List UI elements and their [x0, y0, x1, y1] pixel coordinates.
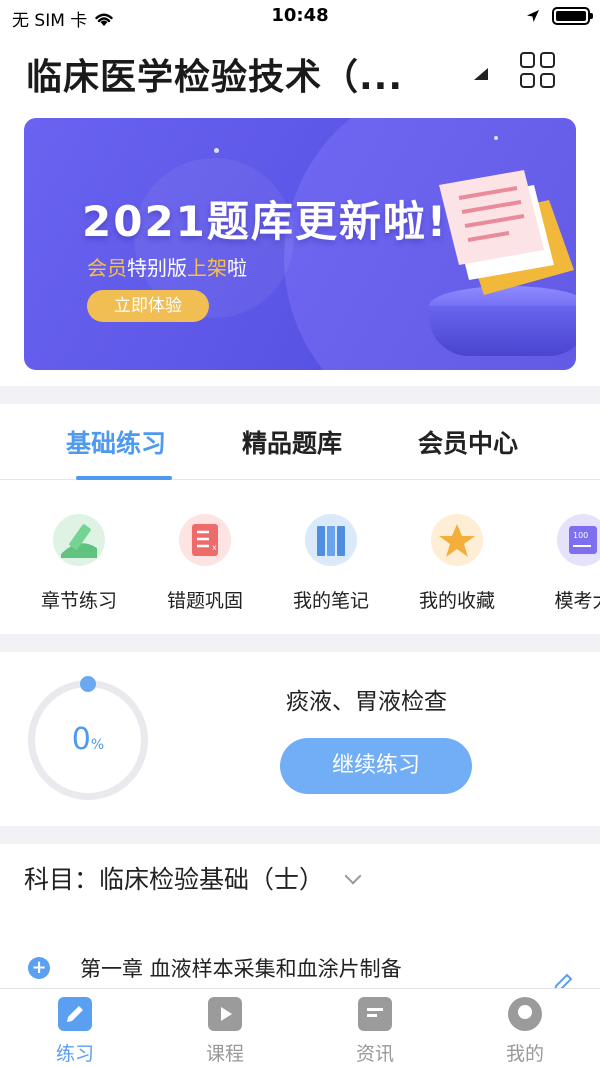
section-divider	[0, 386, 600, 404]
chapter-title: 第一章 血液样本采集和血涂片制备	[80, 957, 402, 981]
section-divider	[0, 634, 600, 652]
tab-basic-practice[interactable]: 基础练习	[66, 424, 166, 460]
grid-cell	[540, 72, 555, 88]
banner-subtitle: 会员特别版上架啦	[87, 256, 247, 280]
try-now-button[interactable]: 立即体验	[87, 290, 209, 322]
tab-premium-bank[interactable]: 精品题库	[242, 424, 342, 460]
tab-bar: 基础练习 精品题库 会员中心	[0, 404, 600, 480]
active-tab-indicator	[76, 476, 172, 480]
clock: 10:48	[271, 5, 329, 26]
subject-label: 科目：临床检验基础（士）	[24, 865, 325, 894]
nav-courses[interactable]: 课程	[175, 997, 275, 1066]
promo-banner[interactable]: 2021题库更新啦! 会员特别版上架啦 立即体验	[24, 118, 576, 370]
banner-sparkle	[494, 136, 498, 140]
user-icon	[508, 997, 542, 1031]
grid-cell	[520, 72, 535, 88]
nav-profile[interactable]: 我的	[475, 997, 575, 1066]
edit-icon	[58, 997, 92, 1031]
video-icon	[208, 997, 242, 1031]
banner-sparkle	[214, 148, 219, 153]
news-icon	[358, 997, 392, 1031]
location-arrow-icon	[527, 10, 539, 22]
books-icon	[305, 514, 357, 566]
grid-cell	[540, 52, 555, 68]
nav-practice[interactable]: 练习	[25, 997, 125, 1066]
quick-action-error-review[interactable]: x 错题巩固	[150, 514, 260, 613]
status-bar: 无 SIM 卡 10:48	[0, 0, 600, 36]
quick-action-mock-exam[interactable]: 100 模考大	[528, 514, 600, 613]
svg-text:100: 100	[573, 531, 588, 540]
nav-news[interactable]: 资讯	[325, 997, 425, 1066]
quick-actions: 章节练习 x 错题巩固 我的笔记 我的收藏 100 模考	[0, 482, 600, 634]
progress-card: 0% 痰液、胃液检查 继续练习	[0, 652, 600, 826]
subject-selector[interactable]: 科目：临床检验基础（士）	[24, 860, 576, 904]
svg-text:x: x	[212, 543, 217, 552]
quick-action-my-notes[interactable]: 我的笔记	[276, 514, 386, 613]
grid-cell	[520, 52, 535, 68]
title-dropdown-caret-icon[interactable]	[474, 68, 488, 80]
header: 临床医学检验技术（...	[0, 40, 600, 102]
documents-illustration	[439, 170, 574, 295]
banner-headline: 2021题库更新啦!	[82, 197, 449, 246]
chapter-item[interactable]: + 第一章 血液样本采集和血涂片制备	[28, 950, 588, 993]
expand-plus-icon[interactable]: +	[28, 957, 50, 979]
star-icon	[431, 514, 483, 566]
progress-value: 0%	[71, 722, 105, 757]
quick-action-favorites[interactable]: 我的收藏	[402, 514, 512, 613]
chevron-down-icon	[344, 867, 362, 885]
current-topic: 痰液、胃液检查	[286, 689, 447, 715]
bottom-nav: 练习 课程 资讯 我的	[0, 988, 600, 1067]
grid-menu-button[interactable]	[520, 52, 556, 88]
error-list-icon: x	[179, 514, 231, 566]
section-divider	[0, 826, 600, 844]
battery-icon	[552, 7, 593, 25]
tab-member-center[interactable]: 会员中心	[418, 424, 518, 460]
continue-practice-button[interactable]: 继续练习	[280, 738, 472, 794]
quick-action-chapter-practice[interactable]: 章节练习	[24, 514, 134, 613]
page-title[interactable]: 临床医学检验技术（...	[26, 48, 403, 100]
pencil-icon	[53, 514, 105, 566]
exam-paper-icon: 100	[557, 514, 600, 566]
